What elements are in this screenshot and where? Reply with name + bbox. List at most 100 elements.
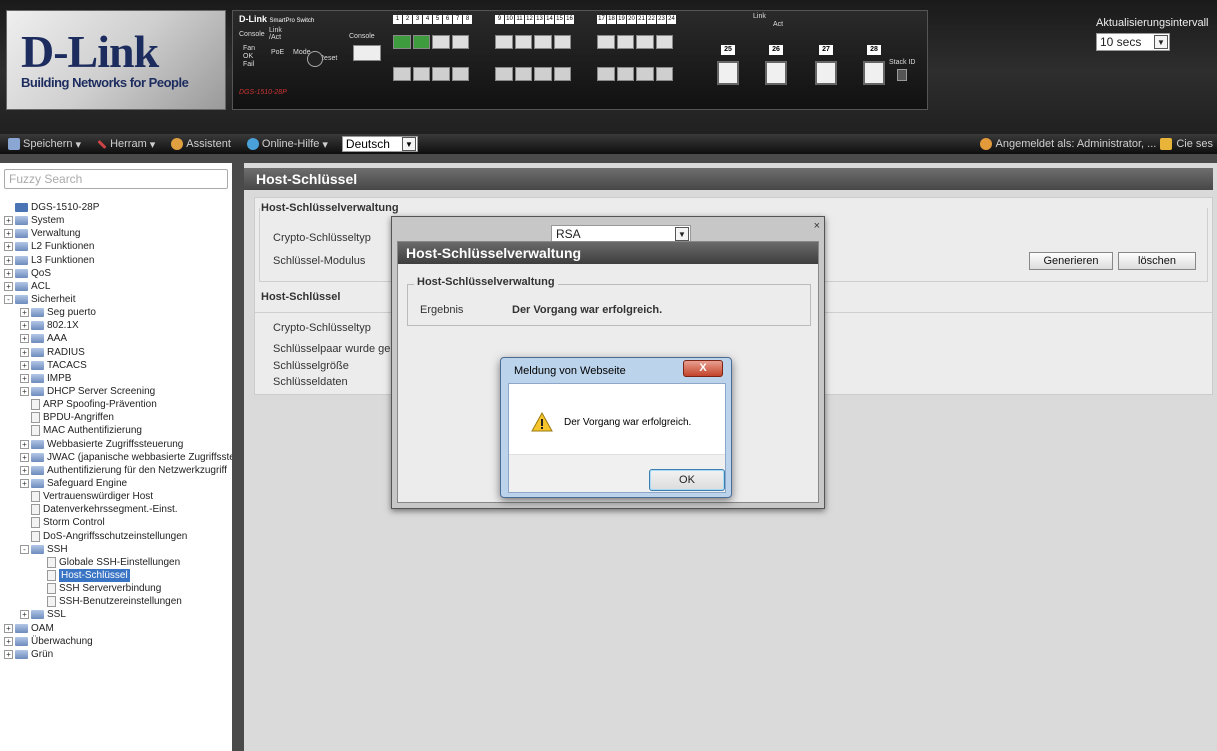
tree-item[interactable]: BPDU-Angriffen [0, 411, 232, 424]
expand-icon[interactable]: + [4, 229, 13, 239]
tree-item[interactable]: + DHCP Server Screening [0, 385, 232, 398]
tree-item-label: 802.1X [47, 320, 79, 332]
tree-item[interactable]: ARP Spoofing-Prävention [0, 398, 232, 411]
folder-icon [31, 308, 44, 318]
tree-item-label: SSH-Benutzereinstellungen [59, 596, 182, 608]
tree-item[interactable]: + ACL [0, 280, 232, 293]
generate-button[interactable]: Generieren [1029, 252, 1113, 270]
tree-item-label: MAC Authentifizierung [43, 425, 142, 437]
refresh-interval-label: Aktualisierungsintervall [1096, 17, 1209, 29]
tree-item[interactable]: + Seg puerto [0, 306, 232, 319]
chevron-down-icon: ▼ [675, 227, 689, 241]
tools-menu[interactable]: Herram ▾ [89, 138, 163, 151]
tree-item[interactable]: + IMPB [0, 372, 232, 385]
header-banner: D-Link Building Networks for People D-Li… [0, 0, 1217, 143]
tree-item[interactable]: Vertrauenswürdiger Host [0, 490, 232, 503]
tree-item[interactable]: +802.1X [0, 319, 232, 332]
tree-item-label: ACL [31, 280, 51, 292]
expand-icon[interactable]: + [20, 373, 29, 383]
logout-link[interactable]: Cie ses [1176, 138, 1213, 150]
tree-item[interactable]: + L2 Funktionen [0, 240, 232, 253]
ports-1-8-leds: 12345678 [393, 15, 472, 25]
expand-icon[interactable]: + [20, 321, 29, 331]
delete-button[interactable]: löschen [1118, 252, 1196, 270]
logo-text: D-Link [21, 26, 159, 77]
tree-item[interactable]: + SSL [0, 608, 232, 621]
sfp-port-28-number: 28 [867, 45, 881, 55]
tree-item[interactable]: + TACACS [0, 359, 232, 372]
collapse-icon[interactable]: - [20, 544, 29, 554]
modal-close-icon[interactable]: × [814, 220, 820, 232]
expand-icon[interactable]: + [20, 465, 29, 475]
expand-icon[interactable]: + [20, 308, 29, 318]
tree-item-label: Seg puerto [47, 307, 96, 319]
expand-icon[interactable]: + [4, 255, 13, 265]
expand-icon[interactable]: + [4, 281, 13, 291]
fuzzy-search-input[interactable]: Fuzzy Search [4, 169, 228, 189]
expand-icon[interactable]: + [20, 479, 29, 489]
tree-item-label: Globale SSH-Einstellungen [59, 556, 181, 568]
tree-item[interactable]: - Sicherheit [0, 293, 232, 306]
wizard-button[interactable]: Assistent [163, 138, 239, 150]
expand-icon[interactable]: + [4, 268, 13, 278]
poe-led-label: PoE [271, 49, 285, 56]
expand-icon[interactable]: + [4, 649, 13, 659]
tree-item[interactable]: + Überwachung [0, 635, 232, 648]
tree-item[interactable]: Host-Schlüssel [0, 569, 232, 582]
tree-item[interactable]: + RADIUS [0, 346, 232, 359]
folder-icon [15, 649, 28, 659]
expand-icon[interactable]: + [20, 439, 29, 449]
tree-item[interactable]: MAC Authentifizierung [0, 424, 232, 437]
logout-icon[interactable] [1160, 138, 1173, 150]
tree-item[interactable]: + Webbasierte Zugriffssteuerung [0, 438, 232, 451]
ok-button[interactable]: OK [649, 469, 725, 491]
expand-icon[interactable]: + [20, 334, 29, 344]
tree-item[interactable]: + System [0, 214, 232, 227]
folder-icon [15, 242, 28, 252]
expand-icon[interactable]: + [20, 387, 29, 397]
collapse-icon[interactable]: - [4, 295, 13, 305]
tree-item[interactable]: + Safeguard Engine [0, 477, 232, 490]
tree-item[interactable]: - SSH [0, 543, 232, 556]
tree-item[interactable]: + JWAC (japanische webbasierte Zugriffsst… [0, 451, 232, 464]
expand-icon[interactable]: + [20, 610, 29, 620]
toolbar: Speichern ▾ Herram ▾ Assistent Online-Hi… [0, 134, 1217, 154]
tree-item[interactable]: Storm Control [0, 516, 232, 529]
tree-item[interactable]: SSH Serververbindung [0, 582, 232, 595]
tree-item[interactable]: Globale SSH-Einstellungen [0, 556, 232, 569]
alert-close-button[interactable]: X [683, 360, 723, 377]
tree-item-label: JWAC (japanische webbasierte Zugriffsste… [47, 451, 232, 463]
tree-item-label: Verwaltung [31, 228, 81, 240]
tree-item[interactable]: + L3 Funktionen [0, 254, 232, 267]
tree-item[interactable]: + Authentifizierung für den Netzwerkzugri… [0, 464, 232, 477]
tree-item[interactable]: DoS-Angriffsschutzeinstellungen [0, 530, 232, 543]
tree-item-label: DoS-Angriffsschutzeinstellungen [43, 530, 188, 542]
folder-icon [31, 334, 44, 344]
expand-icon[interactable]: + [20, 360, 29, 370]
tree-item-label: DGS-1510-28P [31, 202, 100, 214]
tree-item[interactable]: SSH-Benutzereinstellungen [0, 595, 232, 608]
tree-item[interactable]: + Verwaltung [0, 227, 232, 240]
expand-icon[interactable]: + [20, 347, 29, 357]
expand-icon[interactable]: + [4, 216, 13, 226]
tree-item[interactable]: + AAA [0, 332, 232, 345]
device-brand: D-Link SmartPro Switch [239, 14, 315, 24]
ports-1-8-top [393, 35, 469, 63]
tree-item[interactable]: Datenverkehrssegment.-Einst. [0, 503, 232, 516]
expand-icon[interactable]: + [4, 242, 13, 252]
tree-item[interactable]: + Grün [0, 648, 232, 661]
expand-icon[interactable]: + [20, 452, 29, 462]
save-menu[interactable]: Speichern ▾ [0, 138, 89, 151]
tree-item[interactable]: DGS-1510-28P [0, 201, 232, 214]
tree-item[interactable]: + QoS [0, 267, 232, 280]
tree-item-label: IMPB [47, 372, 72, 384]
expand-icon[interactable]: + [4, 623, 13, 633]
folder-icon [15, 229, 28, 239]
expand-icon[interactable]: + [4, 636, 13, 646]
folder-icon [15, 281, 28, 291]
ports-17-24-top [597, 35, 673, 63]
help-menu[interactable]: Online-Hilfe ▾ [239, 138, 336, 151]
language-select[interactable]: Deutsch ▼ [341, 136, 418, 152]
refresh-interval-select[interactable]: 10 secs ▼ [1096, 33, 1170, 51]
tree-item[interactable]: + OAM [0, 622, 232, 635]
